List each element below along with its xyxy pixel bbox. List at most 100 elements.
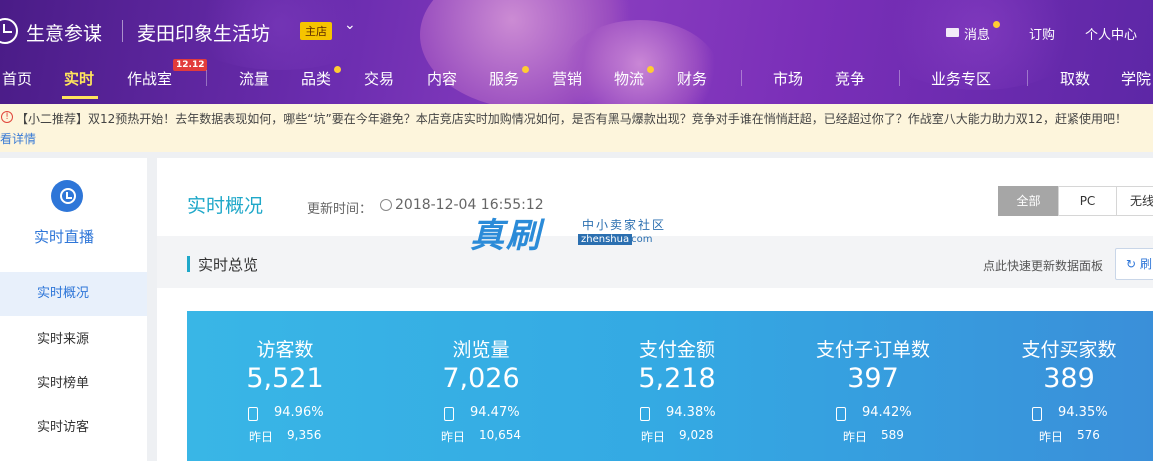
stat-label: 支付子订单数 (815, 339, 930, 361)
segment-pc[interactable]: PC (1058, 186, 1117, 216)
sidebar-item-realtime-ranking[interactable]: 实时榜单 (0, 362, 147, 406)
phone-icon (1032, 407, 1042, 421)
nav-trade[interactable]: 交易 (364, 68, 394, 89)
sidebar-item-label: 实时访客 (37, 420, 90, 435)
notice-details-link[interactable]: 看详情 (0, 130, 36, 147)
nav-traffic[interactable]: 流量 (239, 68, 269, 89)
watermark-tld: .com (628, 234, 653, 245)
clock-icon (380, 199, 392, 211)
watermark-logo-text: 真刷 (470, 216, 542, 256)
clock-icon (51, 180, 83, 212)
section-title: 实时总览 (198, 256, 259, 274)
nav-divider (741, 70, 742, 86)
stat-label: 支付买家数 (1021, 339, 1117, 361)
nav-realtime[interactable]: 实时 (64, 68, 94, 89)
notification-dot (522, 66, 529, 73)
stat-card-payment-amount[interactable]: 支付金额 5,218 94.38% 昨日 9,028 (579, 311, 775, 461)
yesterday-value: 9,028 (679, 428, 714, 442)
personal-center-link[interactable]: 个人中心 (1085, 24, 1137, 43)
main-panel: 实时概况 更新时间： 2018-12-04 16:55:12 全部 PC 无线 … (157, 158, 1153, 461)
yesterday-label: 昨日 (1039, 430, 1064, 444)
sidebar-item-realtime-overview[interactable]: 实时概况 (0, 272, 147, 316)
nav-divider (899, 70, 900, 86)
nav-category[interactable]: 品类 (301, 68, 331, 89)
war-room-badge: 12.12 (173, 59, 208, 71)
yesterday-label: 昨日 (249, 430, 274, 444)
stat-value: 7,026 (442, 363, 520, 394)
nav-fetch[interactable]: 取数 (1060, 68, 1090, 89)
refresh-hint: 点此快速更新数据面板 (983, 259, 1104, 273)
nav-finance[interactable]: 财务 (677, 68, 707, 89)
nav-marketing[interactable]: 营销 (552, 68, 582, 89)
yesterday-label: 昨日 (441, 430, 466, 444)
section-marker (187, 256, 190, 272)
alert-icon: ! (1, 111, 13, 123)
stat-percent: 94.38% (666, 405, 716, 420)
sidebar-item-label: 实时榜单 (37, 376, 90, 391)
stat-percent: 94.47% (470, 405, 520, 420)
stat-card-visitors[interactable]: 访客数 5,521 94.96% 昨日 9,356 (187, 311, 383, 461)
sidebar: 实时直播 实时概况 实时来源 实时榜单 实时访客 (0, 158, 147, 461)
nav-logistics[interactable]: 物流 (614, 68, 644, 89)
yesterday-label: 昨日 (843, 430, 868, 444)
stat-value: 397 (847, 363, 899, 394)
yesterday-value: 589 (881, 428, 904, 442)
nav-active-indicator (62, 96, 98, 99)
page-title: 实时概况 (187, 195, 264, 217)
stat-label: 支付金额 (638, 339, 715, 361)
brand-name[interactable]: 生意参谋 (26, 19, 102, 46)
nav-service[interactable]: 服务 (489, 68, 519, 89)
sidebar-item-realtime-visitors[interactable]: 实时访客 (0, 406, 147, 450)
notice-text: 【小二推荐】双12预热开始！去年数据表现如何，哪些“坑”要在今年避免？本店竞店实… (16, 112, 1127, 126)
update-time-label: 更新时间： (307, 202, 373, 217)
messages-link[interactable]: 消息 (964, 24, 990, 43)
stats-panel: 访客数 5,521 94.96% 昨日 9,356 浏览量 7,026 94.4… (187, 311, 1153, 461)
shop-badge: 主店 (300, 22, 332, 40)
chevron-down-icon[interactable]: ⌄ (344, 17, 356, 33)
segment-all[interactable]: 全部 (998, 186, 1059, 216)
nav-divider (206, 70, 207, 86)
sidebar-title[interactable]: 实时直播 (34, 226, 94, 247)
nav-home[interactable]: 首页 (2, 68, 32, 89)
yesterday-value: 9,356 (287, 428, 322, 442)
phone-icon (640, 407, 650, 421)
refresh-button-label: 刷 (1140, 257, 1153, 271)
stat-card-paid-buyers[interactable]: 支付买家数 389 94.35% 昨日 576 (971, 311, 1153, 461)
stat-percent: 94.96% (274, 405, 324, 420)
sidebar-item-realtime-source[interactable]: 实时来源 (0, 318, 147, 362)
stat-card-paid-suborders[interactable]: 支付子订单数 397 94.42% 昨日 589 (775, 311, 971, 461)
notice-banner: ! 【小二推荐】双12预热开始！去年数据表现如何，哪些“坑”要在今年避免？本店竞… (0, 104, 1153, 152)
nav-war-room[interactable]: 作战室 (127, 68, 172, 89)
nav-academy[interactable]: 学院 (1121, 68, 1151, 89)
refresh-button[interactable]: ↻ 刷 (1115, 248, 1153, 280)
stat-card-pageviews[interactable]: 浏览量 7,026 94.47% 昨日 10,654 (383, 311, 579, 461)
phone-icon (836, 407, 846, 421)
segment-wireless[interactable]: 无线 (1116, 186, 1153, 216)
watermark-subtitle: 中小卖家社区 (582, 218, 667, 232)
watermark-domain: zhenshua (578, 234, 633, 245)
nav-business-zone[interactable]: 业务专区 (931, 68, 991, 89)
logo-icon[interactable] (0, 18, 18, 44)
subscribe-link[interactable]: 订购 (1029, 24, 1055, 43)
shop-name[interactable]: 麦田印象生活坊 (137, 19, 270, 46)
phone-icon (248, 407, 258, 421)
nav-market[interactable]: 市场 (773, 68, 803, 89)
stat-label: 访客数 (256, 339, 314, 361)
nav-content[interactable]: 内容 (427, 68, 457, 89)
header-divider (122, 20, 123, 42)
yesterday-value: 10,654 (479, 428, 521, 442)
yesterday-label: 昨日 (641, 430, 666, 444)
nav-competition[interactable]: 竞争 (835, 68, 865, 89)
stat-percent: 94.42% (862, 405, 912, 420)
stat-label: 浏览量 (452, 339, 510, 361)
notification-dot (647, 66, 654, 73)
stat-value: 5,218 (638, 363, 716, 394)
sidebar-item-label: 实时概况 (37, 286, 90, 301)
message-icon[interactable] (946, 28, 959, 37)
stat-value: 389 (1043, 363, 1095, 394)
refresh-icon: ↻ (1126, 257, 1137, 271)
notification-dot (334, 66, 341, 73)
phone-icon (444, 407, 454, 421)
nav-divider (1027, 70, 1028, 86)
sidebar-item-label: 实时来源 (37, 332, 90, 347)
